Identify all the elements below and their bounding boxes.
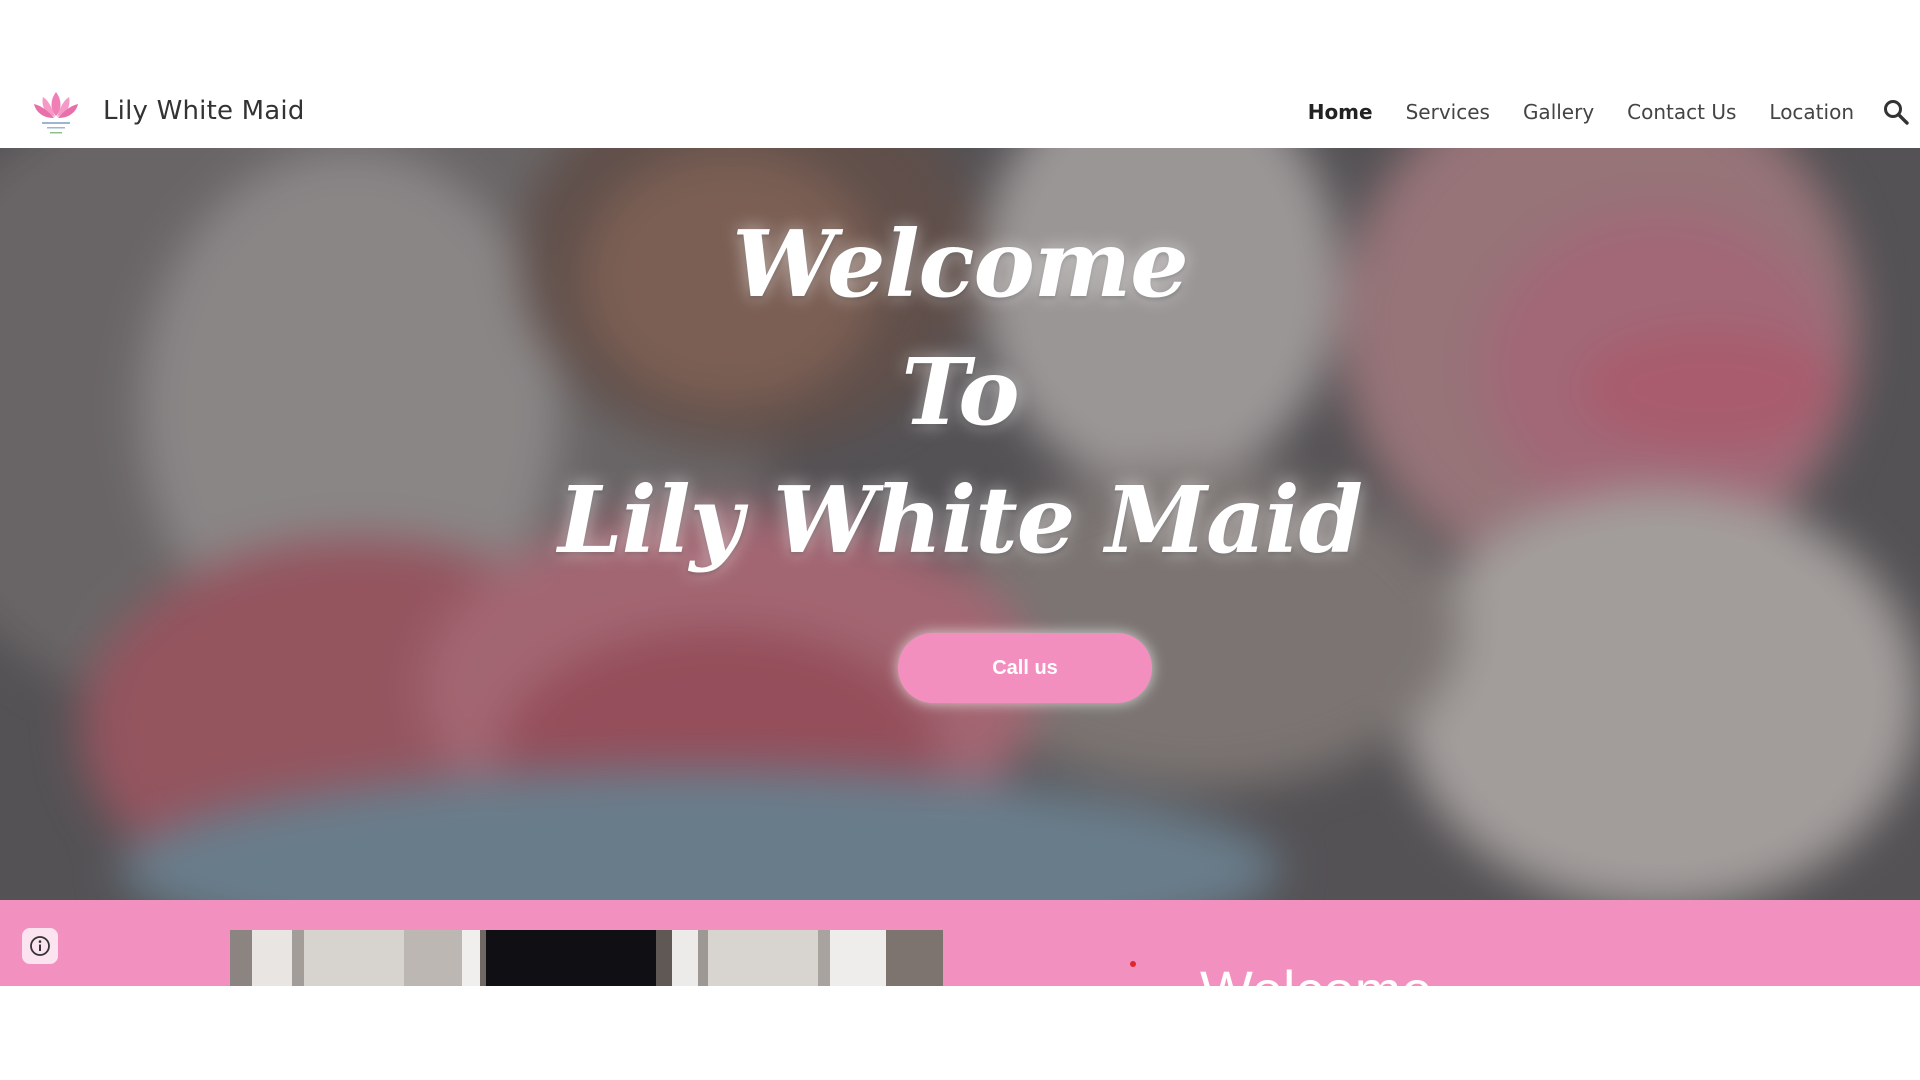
hero-heading: Welcome To Lily White Maid bbox=[0, 200, 1920, 584]
info-icon bbox=[30, 936, 50, 956]
page: Lily White Maid Home Services Gallery Co… bbox=[0, 0, 1920, 1080]
main-nav: Home Services Gallery Contact Us Locatio… bbox=[1308, 100, 1854, 124]
hero-line-to: To bbox=[901, 338, 1019, 446]
call-us-button[interactable]: Call us bbox=[898, 633, 1152, 703]
nav-item-services[interactable]: Services bbox=[1406, 100, 1490, 124]
red-dot-marker bbox=[1130, 961, 1136, 967]
page-bottom-area bbox=[0, 986, 1920, 1080]
search-icon[interactable] bbox=[1882, 98, 1910, 126]
nav-item-home[interactable]: Home bbox=[1308, 100, 1373, 124]
site-title[interactable]: Lily White Maid bbox=[103, 96, 305, 126]
lotus-logo-icon[interactable] bbox=[30, 86, 82, 138]
nav-item-gallery[interactable]: Gallery bbox=[1523, 100, 1594, 124]
welcome-heading: Welcome bbox=[1200, 958, 1432, 986]
nav-item-contact-us[interactable]: Contact Us bbox=[1627, 100, 1736, 124]
hero-line-welcome: Welcome bbox=[732, 210, 1189, 318]
site-header: Lily White Maid Home Services Gallery Co… bbox=[0, 74, 1920, 148]
house-interior-image bbox=[230, 930, 943, 986]
welcome-section: Welcome bbox=[0, 900, 1920, 986]
hero-section: Welcome To Lily White Maid Call us bbox=[0, 148, 1920, 900]
nav-item-location[interactable]: Location bbox=[1769, 100, 1854, 124]
hero-line-brand: Lily White Maid bbox=[557, 466, 1363, 574]
site-info-button[interactable] bbox=[22, 928, 58, 964]
